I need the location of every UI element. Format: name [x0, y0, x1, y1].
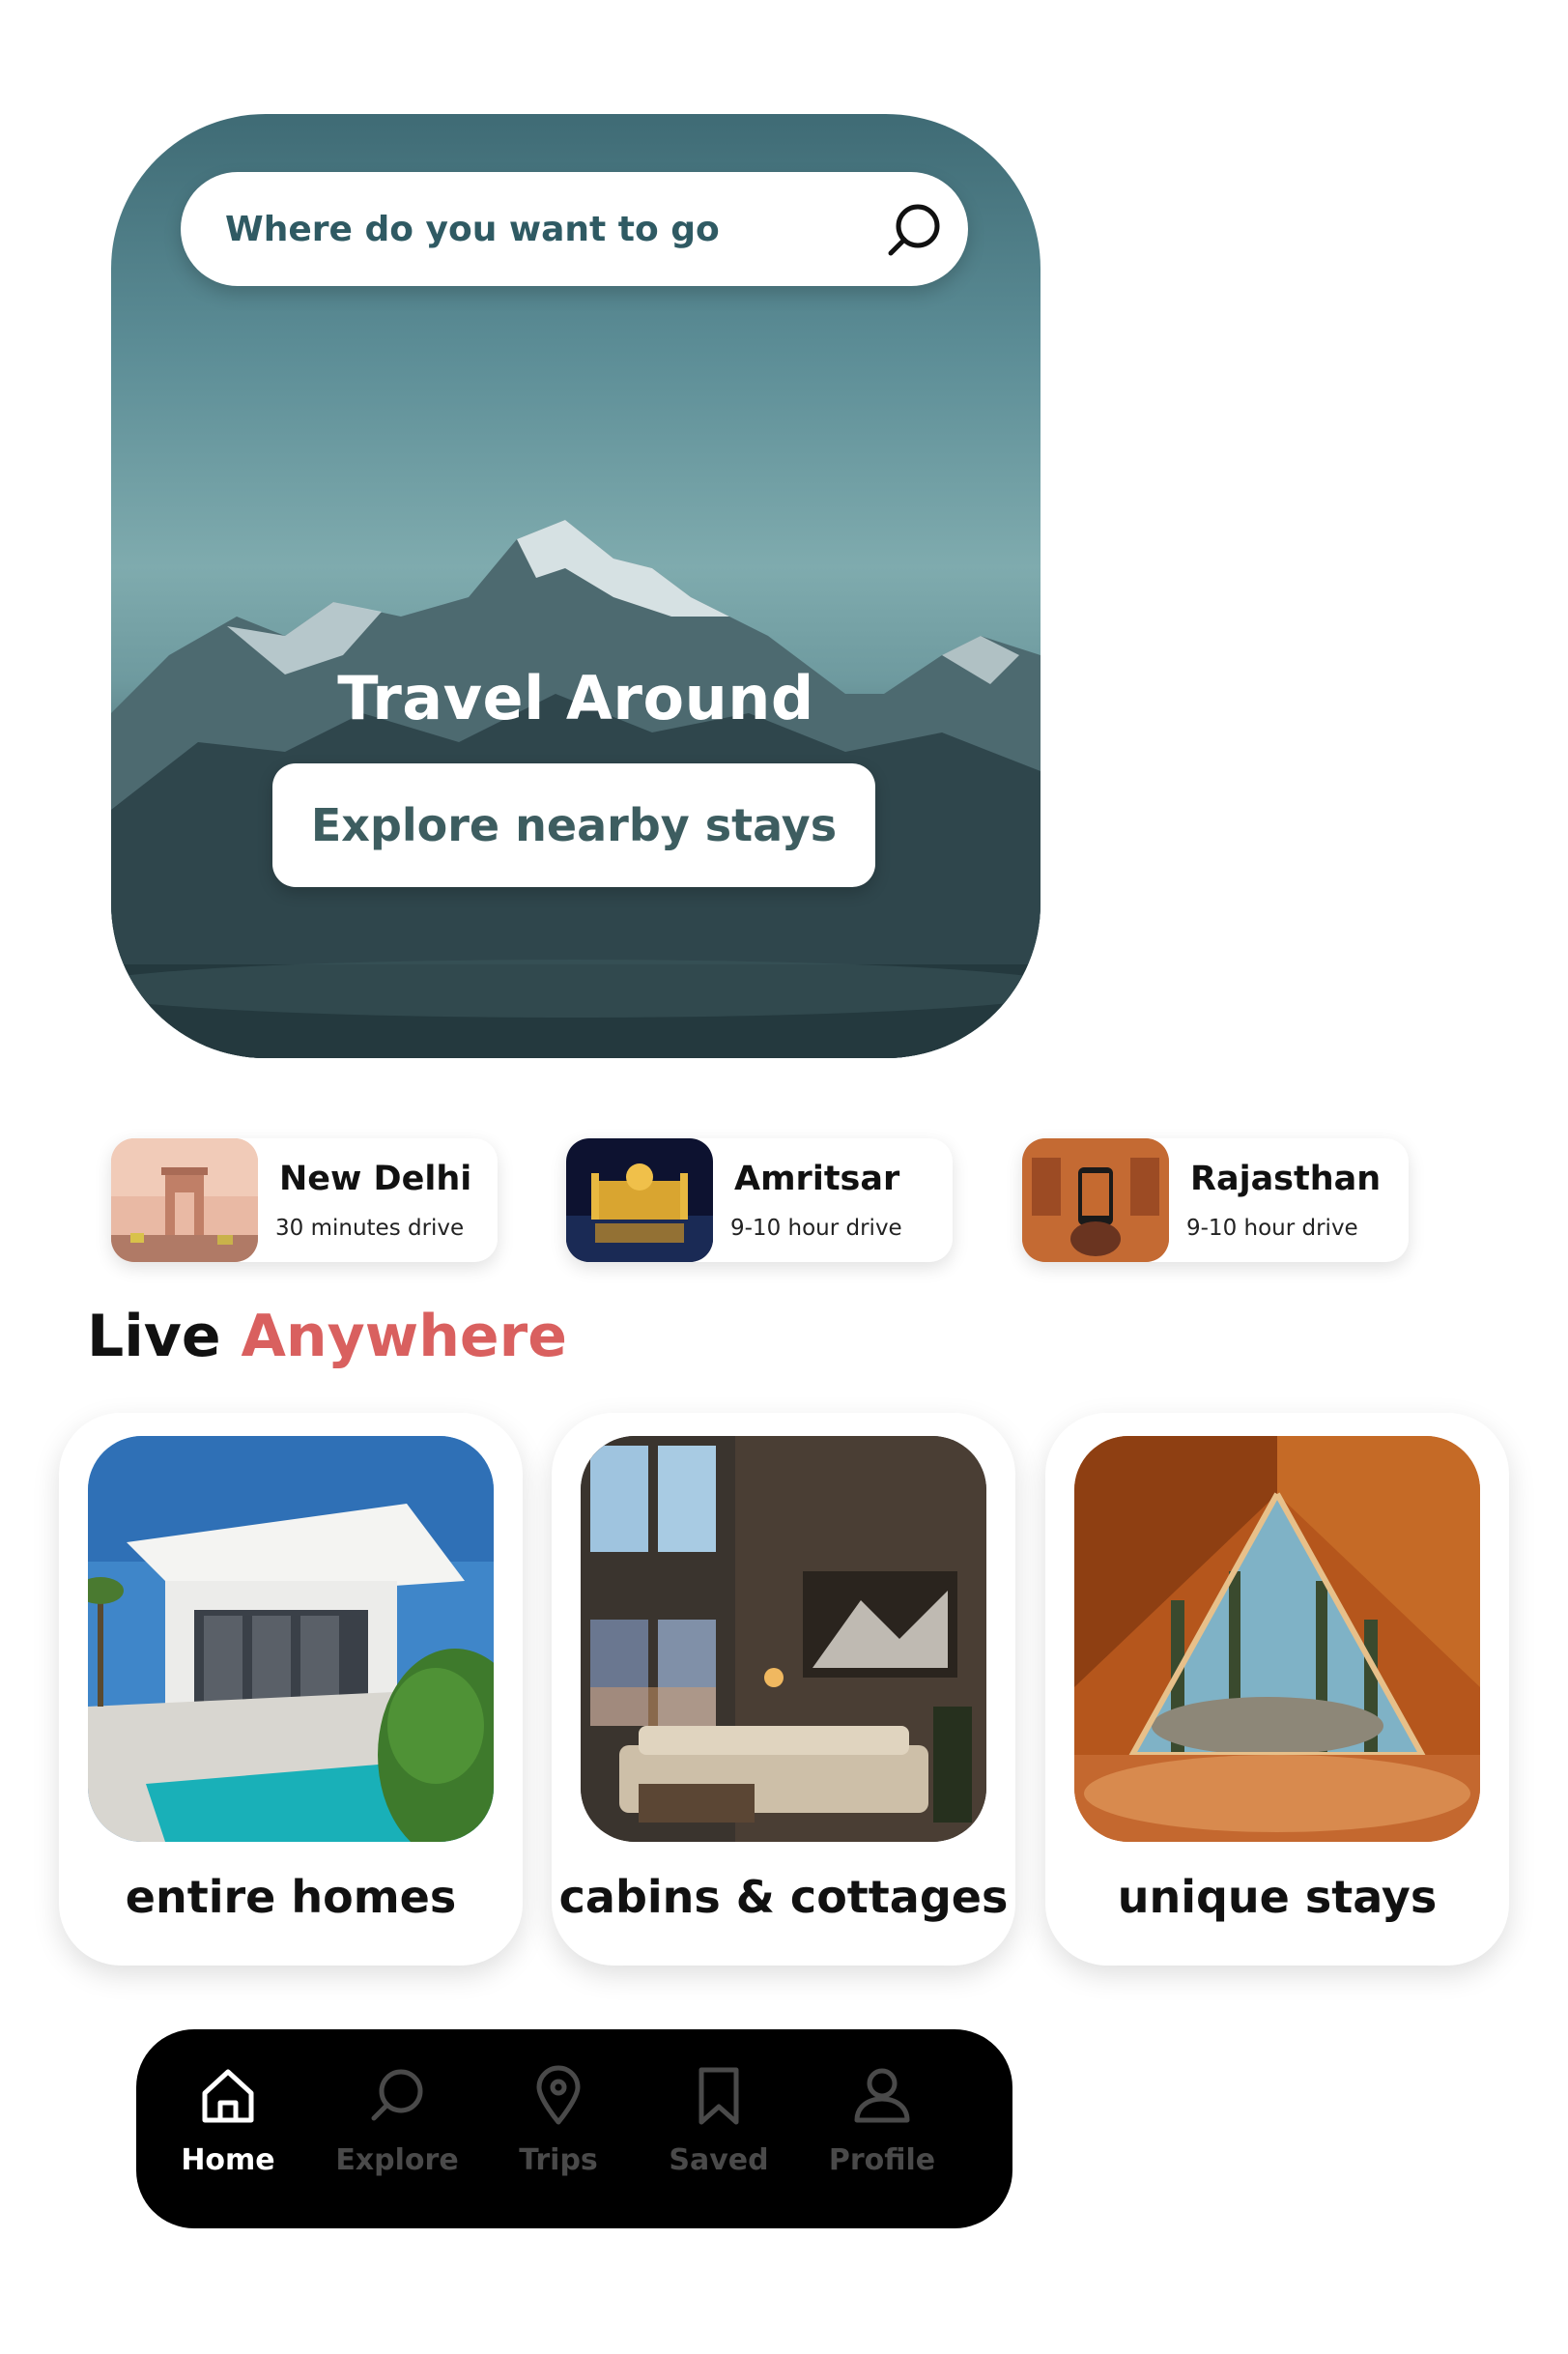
search-icon — [371, 2069, 423, 2121]
explore-nearby-button[interactable]: Explore nearby stays — [272, 763, 875, 887]
stay-category-label: cabins & cottages — [558, 1871, 1009, 1923]
search-input[interactable] — [223, 208, 845, 250]
hero-banner: Travel Around Explore nearby stays — [111, 114, 1041, 1058]
rajasthan-thumbnail — [1022, 1138, 1169, 1262]
unique-stays-image — [1074, 1436, 1480, 1842]
new-delhi-thumbnail — [111, 1138, 258, 1262]
map-pin-icon — [536, 2065, 581, 2125]
nav-item-saved[interactable]: Saved — [646, 2064, 791, 2199]
home-icon — [202, 2069, 254, 2123]
destination-card-new-delhi[interactable]: New Delhi 30 minutes drive — [111, 1138, 498, 1262]
bottom-nav-bar: Home Explore Trips Saved Profile — [136, 2029, 1012, 2228]
section-title-accent: Anywhere — [241, 1303, 567, 1370]
entire-homes-image — [88, 1436, 494, 1842]
nav-item-explore[interactable]: Explore — [325, 2064, 470, 2199]
destination-drive-time: 30 minutes drive — [275, 1216, 465, 1241]
amritsar-thumbnail — [566, 1138, 713, 1262]
nav-label: Explore — [335, 2143, 459, 2177]
destination-name: New Delhi — [279, 1160, 472, 1198]
section-title: Live Anywhere — [87, 1303, 567, 1370]
destination-card-rajasthan[interactable]: Rajasthan 9-10 hour drive — [1022, 1138, 1409, 1262]
destination-drive-time: 9-10 hour drive — [730, 1216, 902, 1241]
cabins-cottages-image — [581, 1436, 986, 1842]
nav-label: Saved — [669, 2143, 769, 2177]
stay-category-label: unique stays — [1117, 1871, 1438, 1923]
destination-name: Rajasthan — [1190, 1160, 1382, 1198]
destination-drive-time: 9-10 hour drive — [1186, 1216, 1358, 1241]
bookmark-icon — [698, 2067, 739, 2125]
hero-title: Travel Around — [337, 663, 814, 733]
nav-item-profile[interactable]: Profile — [810, 2064, 955, 2199]
nav-label: Profile — [828, 2143, 936, 2177]
section-title-main: Live — [87, 1303, 242, 1370]
stay-card-entire-homes[interactable]: entire homes — [59, 1413, 523, 1966]
stay-card-cabins-cottages[interactable]: cabins & cottages — [552, 1413, 1015, 1966]
search-bar[interactable] — [181, 172, 968, 286]
nav-label: Home — [181, 2143, 275, 2177]
nav-item-trips[interactable]: Trips — [486, 2064, 631, 2199]
stay-card-unique-stays[interactable]: unique stays — [1045, 1413, 1509, 1966]
nav-label: Trips — [519, 2143, 598, 2177]
nav-item-home[interactable]: Home — [156, 2064, 300, 2199]
destination-card-amritsar[interactable]: Amritsar 9-10 hour drive — [566, 1138, 953, 1262]
user-icon — [854, 2068, 910, 2123]
destination-name: Amritsar — [734, 1160, 900, 1198]
stay-category-label: entire homes — [125, 1871, 457, 1923]
search-icon[interactable] — [883, 199, 945, 261]
